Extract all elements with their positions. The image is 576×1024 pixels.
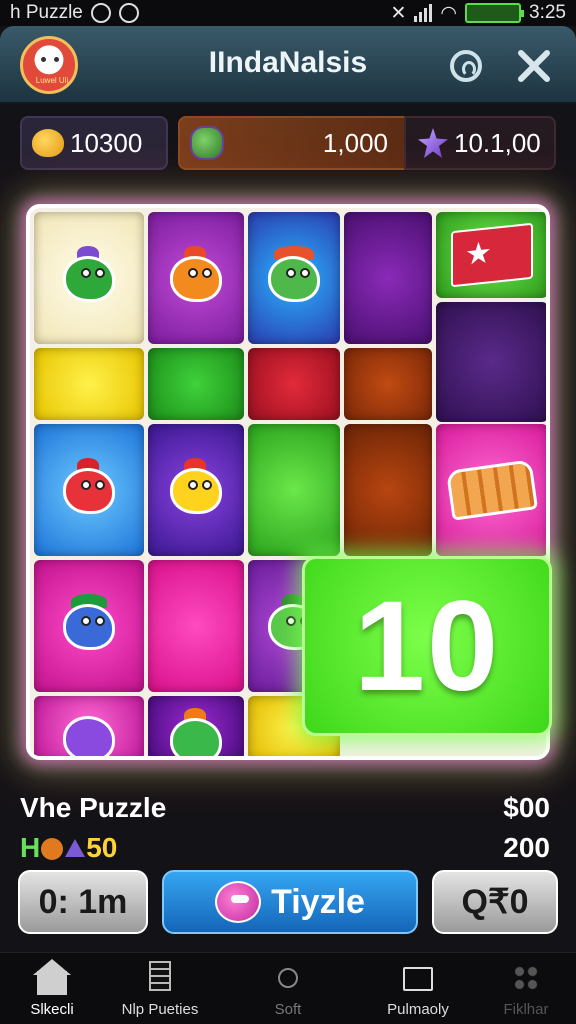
mute-icon: ✕ — [390, 2, 407, 24]
grid-icon — [513, 965, 539, 991]
folder-icon — [403, 967, 433, 991]
bonus-value: 50 — [86, 832, 118, 863]
score-number: 10 — [353, 574, 501, 718]
critter-counter[interactable]: 1,000 — [178, 116, 406, 170]
timer-button[interactable]: 0: 1m — [18, 870, 148, 934]
score-tile[interactable]: 10 — [302, 556, 552, 736]
nav-label: Slkecli — [30, 1001, 74, 1018]
notification-icon — [118, 3, 139, 23]
board-tile[interactable] — [34, 696, 144, 756]
critter-icon — [190, 126, 224, 160]
critter-value: 1,000 — [322, 127, 388, 158]
wifi-icon: ◠ — [440, 2, 458, 24]
nav-item-folder[interactable]: Pulmaoly — [366, 959, 470, 1018]
nav-item-soft[interactable]: Soft — [236, 959, 340, 1018]
board-tile[interactable] — [148, 212, 244, 344]
board-tile[interactable] — [248, 212, 340, 344]
board-tile[interactable] — [34, 424, 144, 556]
status-bar: h Puzzle ✕ ◠ 3:25 — [0, 0, 576, 26]
puzzle-title: Vhe Puzzle — [20, 792, 167, 823]
orange-dot-icon — [41, 838, 64, 860]
purple-cat-icon — [57, 708, 121, 756]
nav-item-home[interactable]: Slkecli — [0, 959, 104, 1018]
purple-triangle-icon — [65, 839, 86, 857]
nav-label: Pulmaoly — [387, 1001, 449, 1018]
board-tile[interactable] — [248, 424, 340, 556]
orange-bird-icon — [164, 708, 228, 756]
board-tile[interactable] — [34, 560, 144, 692]
lion-icon — [262, 246, 326, 310]
board-tile[interactable] — [34, 212, 144, 344]
app-name: h Puzzle — [10, 2, 83, 23]
green-dino-icon — [57, 246, 121, 310]
board-tile[interactable] — [148, 696, 244, 756]
hint-icon — [450, 50, 482, 82]
game-header: Luwel Uli IIndaNalsis — [0, 26, 576, 104]
puzzle-price: $00 — [503, 792, 550, 823]
sun-icon — [278, 968, 298, 988]
close-button[interactable] — [514, 46, 554, 86]
bonus-prefix: H — [20, 832, 41, 863]
pink-critter-icon — [215, 881, 262, 923]
currency-button[interactable]: Q₹0 — [432, 870, 558, 934]
battery-icon — [465, 3, 525, 23]
bread-icon — [445, 459, 539, 521]
nav-item-more[interactable]: Fiklhar — [474, 959, 576, 1018]
bonus-row: H 50 — [20, 832, 117, 864]
clock: 3:25 — [529, 2, 566, 23]
settings-icon — [90, 3, 111, 23]
board-tile[interactable] — [344, 348, 432, 420]
board-tile[interactable] — [344, 424, 432, 556]
coins-value: 10300 — [70, 127, 143, 158]
board-tile[interactable] — [34, 348, 144, 420]
coin-icon — [32, 129, 64, 157]
board-tile[interactable] — [436, 424, 546, 556]
board-tile[interactable] — [344, 212, 432, 344]
nav-label: Nlp Pueties — [121, 1001, 199, 1018]
red-bird-icon — [57, 458, 121, 522]
nav-item-puzzles[interactable]: Nlp Pueties — [108, 959, 212, 1018]
blue-green-dino-icon — [57, 594, 121, 658]
board-tile[interactable] — [148, 348, 244, 420]
signal-icon — [414, 4, 433, 22]
flag-icon — [451, 222, 533, 288]
coins-counter[interactable]: 10300 — [20, 116, 168, 170]
currency-label: Q₹0 — [461, 883, 529, 921]
hint-button[interactable] — [446, 46, 486, 86]
orange-dragon-icon — [164, 246, 228, 310]
bottom-nav: Slkecli Nlp Pueties Soft Pulmaoly Fiklha… — [0, 952, 576, 1024]
document-icon — [149, 961, 171, 991]
puzzle-count: 200 — [503, 832, 550, 863]
board-tile[interactable] — [148, 424, 244, 556]
home-icon — [33, 959, 71, 997]
play-label: Tiyzle — [271, 882, 365, 921]
gems-value: 10.1,00 — [454, 127, 541, 158]
page-title: IIndaNalsis — [208, 46, 368, 79]
play-button[interactable]: Tiyzle — [162, 870, 418, 934]
board-tile[interactable] — [436, 212, 546, 298]
timer-label: 0: 1m — [38, 882, 128, 921]
board-tile[interactable] — [436, 302, 546, 422]
star-gem-icon — [418, 128, 448, 158]
board-tile[interactable] — [148, 560, 244, 692]
close-icon — [518, 50, 550, 82]
gems-counter[interactable]: 10.1,00 — [404, 116, 556, 170]
nav-label: Soft — [274, 1001, 302, 1018]
yellow-dino-icon — [164, 458, 228, 522]
board-tile[interactable] — [248, 348, 340, 420]
nav-label: Fiklhar — [503, 1001, 549, 1018]
